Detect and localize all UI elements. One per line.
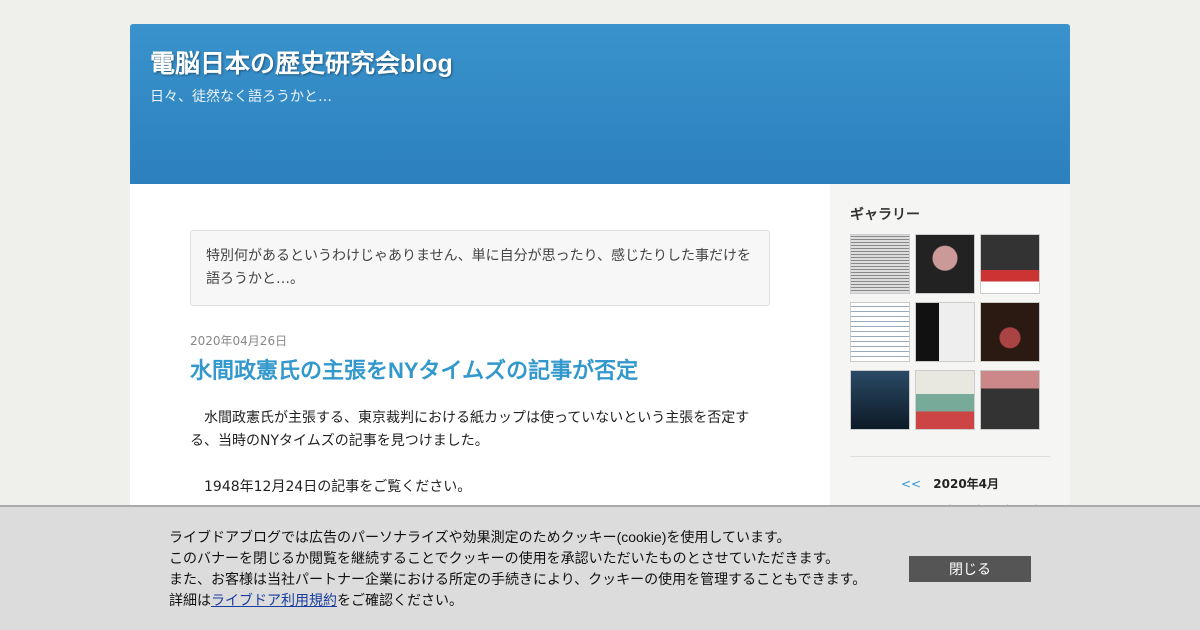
gallery-thumbnail[interactable] bbox=[850, 370, 910, 430]
gallery-thumbnail[interactable] bbox=[850, 234, 910, 294]
gallery-thumbnail[interactable] bbox=[850, 302, 910, 362]
gallery-thumbnail[interactable] bbox=[980, 302, 1040, 362]
blog-description: 日々、徒然なく語ろうかと… bbox=[150, 89, 332, 105]
blog-title-link[interactable]: 電脳日本の歴史研究会blog bbox=[150, 44, 453, 80]
calendar-prev-link[interactable]: << bbox=[901, 477, 921, 491]
post-title-link[interactable]: 水間政憲氏の主張をNYタイムズの記事が否定 bbox=[190, 353, 770, 385]
calendar-month: 2020年4月 bbox=[933, 477, 1000, 491]
cookie-text: ライブドアブログでは広告のパーソナライズや効果測定のためクッキー(cookie)… bbox=[169, 527, 866, 611]
cookie-line: このバナーを閉じるか閲覧を継続することでクッキーの使用を承認いただいたものとさせ… bbox=[169, 550, 840, 566]
cookie-banner: ライブドアブログでは広告のパーソナライズや効果測定のためクッキー(cookie)… bbox=[0, 505, 1200, 630]
cookie-close-button[interactable]: 閉じる bbox=[909, 556, 1031, 582]
cookie-line: また、お客様は当社パートナー企業における所定の手続きにより、クッキーの使用を管理… bbox=[169, 571, 867, 587]
gallery-thumbnail[interactable] bbox=[980, 234, 1040, 294]
terms-link[interactable]: ライブドア利用規約 bbox=[211, 592, 337, 608]
sidebar-divider bbox=[850, 456, 1050, 457]
gallery-grid bbox=[850, 234, 1050, 430]
post-body: 水間政憲氏が主張する、東京裁判における紙カップは使っていないという主張を否定する… bbox=[190, 407, 770, 499]
gallery-thumbnail[interactable] bbox=[915, 302, 975, 362]
gallery-title: ギャラリー bbox=[850, 207, 920, 223]
blog-header: 電脳日本の歴史研究会blog 日々、徒然なく語ろうかと… bbox=[130, 24, 1070, 184]
post-date: 2020年04月26日 bbox=[190, 334, 288, 348]
intro-box: 特別何があるというわけじゃありません、単に自分が思ったり、感じたりした事だけを語… bbox=[190, 230, 770, 306]
gallery-thumbnail[interactable] bbox=[980, 370, 1040, 430]
cookie-line: ライブドアブログでは広告のパーソナライズや効果測定のためクッキー(cookie)… bbox=[169, 529, 791, 545]
gallery-thumbnail[interactable] bbox=[915, 234, 975, 294]
cookie-detail-suffix: をご確認ください。 bbox=[337, 592, 463, 608]
post-paragraph: 1948年12月24日の記事をご覧ください。 bbox=[204, 479, 472, 495]
post-paragraph: 水間政憲氏が主張する、東京裁判における紙カップは使っていないという主張を否定する… bbox=[190, 410, 750, 449]
cookie-detail-prefix: 詳細は bbox=[169, 592, 211, 608]
cookie-line: 詳細はライブドア利用規約をご確認ください。 bbox=[169, 590, 866, 611]
calendar-header: << 2020年4月 bbox=[850, 475, 1050, 492]
gallery-thumbnail[interactable] bbox=[915, 370, 975, 430]
